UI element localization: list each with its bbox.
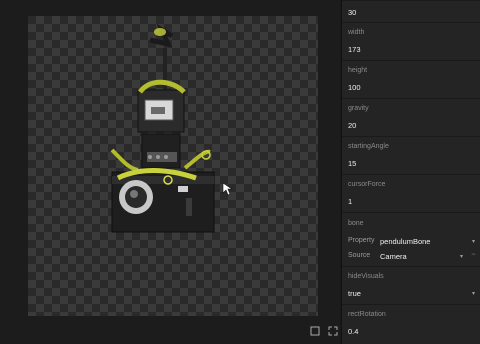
prop-label: hideVisuals [348,273,384,280]
prop-row-starting-angle: startingAngle 15 [342,136,480,174]
canvas-area[interactable] [0,0,340,344]
prop-row-0: 30 [342,0,480,22]
frame-icon[interactable] [310,326,320,336]
prop-value[interactable]: 20 [348,121,356,130]
chevron-down-icon[interactable]: ▾ [472,238,475,245]
prop-value[interactable]: 1 [348,197,352,206]
prop-row-rect-rotation: rectRotation 0.4 [342,304,480,344]
top-screen-detail [151,107,165,114]
more-options-icon[interactable]: ··· [471,251,476,258]
camera-side-detail [186,198,192,216]
expand-icon[interactable] [328,326,338,336]
middle-dot-3 [164,155,168,159]
bone-source-label: Source [348,252,371,259]
moss-tuft [154,28,166,36]
prop-row-height: height 100 [342,60,480,98]
cursor-pointer-icon [222,182,233,196]
chevron-down-icon[interactable]: ▾ [472,290,475,297]
middle-dot-2 [156,155,160,159]
prop-label: startingAngle [348,143,389,150]
middle-box [141,133,181,169]
camera-viewfinder [178,186,188,192]
chevron-down-icon[interactable]: ▾ [460,253,463,260]
prop-label: width [348,29,365,36]
prop-value[interactable]: 0.4 [348,327,358,336]
prop-label: bone [348,220,364,227]
prop-value[interactable]: 173 [348,45,361,54]
prop-value[interactable]: 15 [348,159,356,168]
scene-illustration [110,23,233,233]
camera-lens-highlight [130,190,138,198]
properties-panel: 30 width 173 height 100 gravity 20 start… [341,0,480,344]
prop-label: gravity [348,105,369,112]
bone-source-select[interactable]: Camera [380,252,407,261]
canvas-toolbar [310,326,338,336]
prop-value[interactable]: 30 [348,8,356,17]
prop-label: cursorForce [348,181,386,188]
prop-label: height [348,67,368,74]
prop-label: rectRotation [348,311,386,318]
prop-row-bone: bone Property pendulumBone ▾ Source Came… [342,212,480,266]
bone-property-select[interactable]: pendulumBone [380,237,430,246]
bone-property-label: Property [348,237,375,244]
hide-visuals-select[interactable]: true [348,289,361,298]
prop-row-width: width 173 [342,22,480,60]
middle-dot-1 [148,155,152,159]
prop-row-hide-visuals: hideVisuals true ▾ [342,266,480,304]
prop-row-cursor-force: cursorForce 1 [342,174,480,212]
prop-row-gravity: gravity 20 [342,98,480,136]
prop-value[interactable]: 100 [348,83,361,92]
